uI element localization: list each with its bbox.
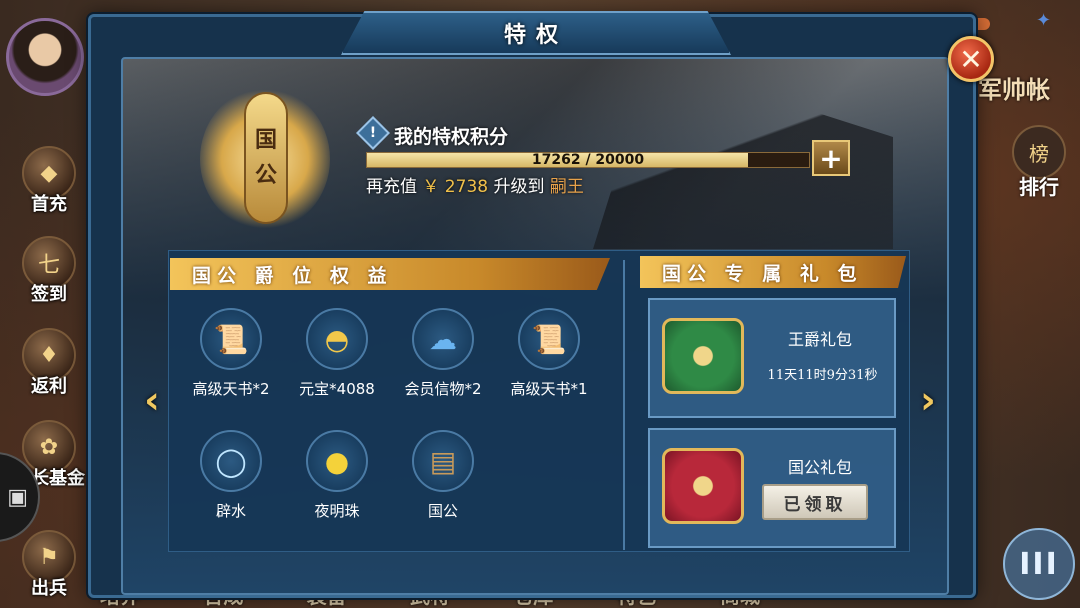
- points-title: 我的特权积分: [394, 126, 509, 148]
- scroll-icon: 📜: [518, 308, 580, 370]
- menu-icon: III: [1019, 546, 1059, 582]
- prev-page-arrow[interactable]: ‹: [138, 378, 166, 422]
- side-btn-label: 签到: [31, 284, 67, 305]
- gift-card[interactable]: 国公礼包 已领取: [648, 428, 896, 548]
- close-button[interactable]: ✕: [948, 36, 994, 82]
- recharge-amount: ￥ 2738: [422, 177, 489, 197]
- side-btn-label: 返利: [31, 376, 67, 397]
- green-chest-icon: [662, 318, 744, 394]
- close-icon: ✕: [959, 42, 983, 76]
- recharge-middle: 升级到: [493, 177, 545, 197]
- panel-divider: [623, 260, 625, 550]
- progress-text: 17262 / 20000: [531, 152, 645, 168]
- chevron-left-icon: ‹: [144, 378, 160, 422]
- player-avatar[interactable]: [6, 18, 84, 96]
- benefit-item[interactable]: ◯ 辟水: [181, 430, 281, 521]
- cloud-token-icon: ☁: [412, 308, 474, 370]
- recharge-hint: 再充值 ￥ 2738 升级到 嗣王: [366, 172, 584, 197]
- red-chest-icon: [662, 448, 744, 524]
- bird-icon: ✦: [1036, 10, 1052, 31]
- benefit-item[interactable]: ☁ 会员信物*2: [393, 308, 493, 399]
- benefit-label: 高级天书*2: [192, 380, 270, 398]
- gift-card[interactable]: 王爵礼包 11天11时9分31秒: [648, 298, 896, 418]
- gift-name: 王爵礼包: [787, 330, 852, 349]
- gifts-title: 国公 专 属 礼 包: [662, 262, 863, 285]
- side-btn-label: 出兵: [31, 578, 67, 599]
- claimed-label: 已领取: [783, 494, 847, 515]
- add-points-button[interactable]: +: [812, 140, 850, 176]
- plus-icon: +: [819, 141, 843, 175]
- dialog-title-tab: 特权: [341, 11, 731, 55]
- benefit-label: 高级天书*1: [510, 380, 588, 398]
- side-btn-dispatch[interactable]: ⚑ 出兵: [4, 530, 94, 600]
- benefit-label: 会员信物*2: [404, 380, 482, 398]
- next-rank: 嗣王: [549, 177, 584, 197]
- next-page-arrow[interactable]: ›: [914, 378, 942, 422]
- scroll-icon: 📜: [200, 308, 262, 370]
- benefit-item[interactable]: ▤ 国公: [393, 430, 493, 521]
- benefit-item[interactable]: ● 夜明珠: [287, 430, 387, 521]
- book-icon: ▤: [412, 430, 474, 492]
- rank-char: 国: [254, 126, 277, 153]
- benefit-item[interactable]: 📜 高级天书*2: [181, 308, 281, 399]
- chat-icon: ▣: [7, 484, 28, 510]
- dialog-title: 特权: [503, 22, 568, 48]
- benefit-item[interactable]: ◓ 元宝*4088: [287, 308, 387, 399]
- ranking-label: 排行: [1019, 175, 1059, 199]
- water-ring-icon: ◯: [200, 430, 262, 492]
- side-btn-label: 首充: [31, 194, 67, 215]
- gift-name: 国公礼包: [787, 458, 852, 477]
- rank-medal: 国 公: [200, 88, 330, 230]
- side-btn-rebate[interactable]: ♦ 返利: [4, 328, 94, 398]
- benefit-label: 国公: [427, 502, 458, 520]
- chevron-right-icon: ›: [920, 378, 936, 422]
- pearl-icon: ●: [306, 430, 368, 492]
- rank-char: 公: [254, 162, 277, 188]
- benefit-item[interactable]: 📜 高级天书*1: [499, 308, 599, 399]
- gold-ingot-icon: ◓: [306, 308, 368, 370]
- benefit-label: 元宝*4088: [299, 380, 375, 398]
- claimed-button[interactable]: 已领取: [762, 484, 868, 520]
- benefits-banner: 国公 爵 位 权 益: [170, 258, 610, 290]
- benefit-label: 辟水: [215, 502, 246, 520]
- benefits-title: 国公 爵 位 权 益: [192, 264, 393, 287]
- rank-plate: 国 公: [244, 92, 288, 224]
- ranking-button[interactable]: 榜 排行: [1005, 125, 1073, 200]
- gift-timer: 11天11时9分31秒: [767, 368, 878, 383]
- benefit-label: 夜明珠: [314, 502, 360, 520]
- main-menu-button[interactable]: III: [1003, 528, 1075, 600]
- side-btn-sign-in[interactable]: 七 签到: [4, 236, 94, 306]
- side-btn-first-charge[interactable]: ◆ 首充: [4, 146, 94, 216]
- points-progress-bar: 17262 / 20000: [366, 152, 810, 168]
- gifts-banner: 国公 专 属 礼 包: [640, 256, 906, 288]
- recharge-prefix: 再充值: [366, 177, 417, 197]
- right-building-title: 军帅帐: [978, 76, 1050, 104]
